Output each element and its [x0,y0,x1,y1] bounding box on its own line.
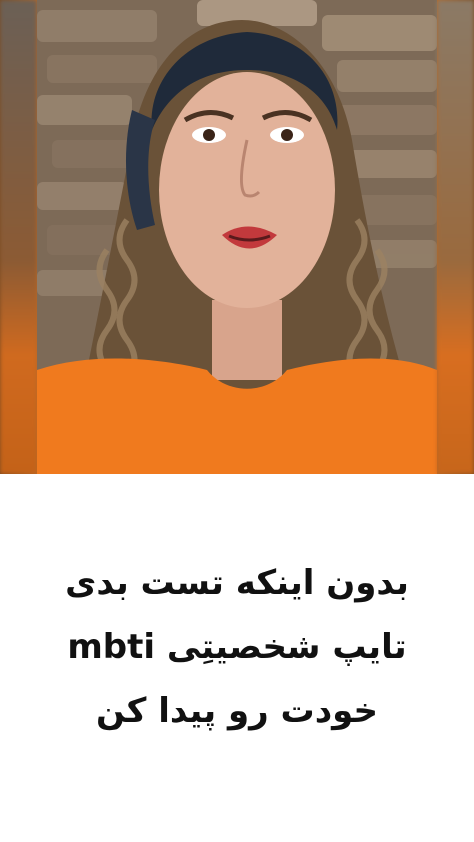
caption-text: بدون اینکه تست بدی تایپ شخصیتِی mbti خود… [65,551,409,743]
caption-line-3: خودت رو پیدا کن [96,691,378,731]
woman-portrait-illustration [37,0,437,474]
caption-area: بدون اینکه تست بدی تایپ شخصیتِی mbti خود… [0,474,474,842]
caption-line-2: تایپ شخصیتِی mbti [67,627,407,667]
blurred-side-right [437,0,474,474]
blurred-side-left [0,0,37,474]
photo-frame [0,0,474,474]
caption-line-1: بدون اینکه تست بدی [65,563,409,603]
video-still-photo [37,0,437,474]
